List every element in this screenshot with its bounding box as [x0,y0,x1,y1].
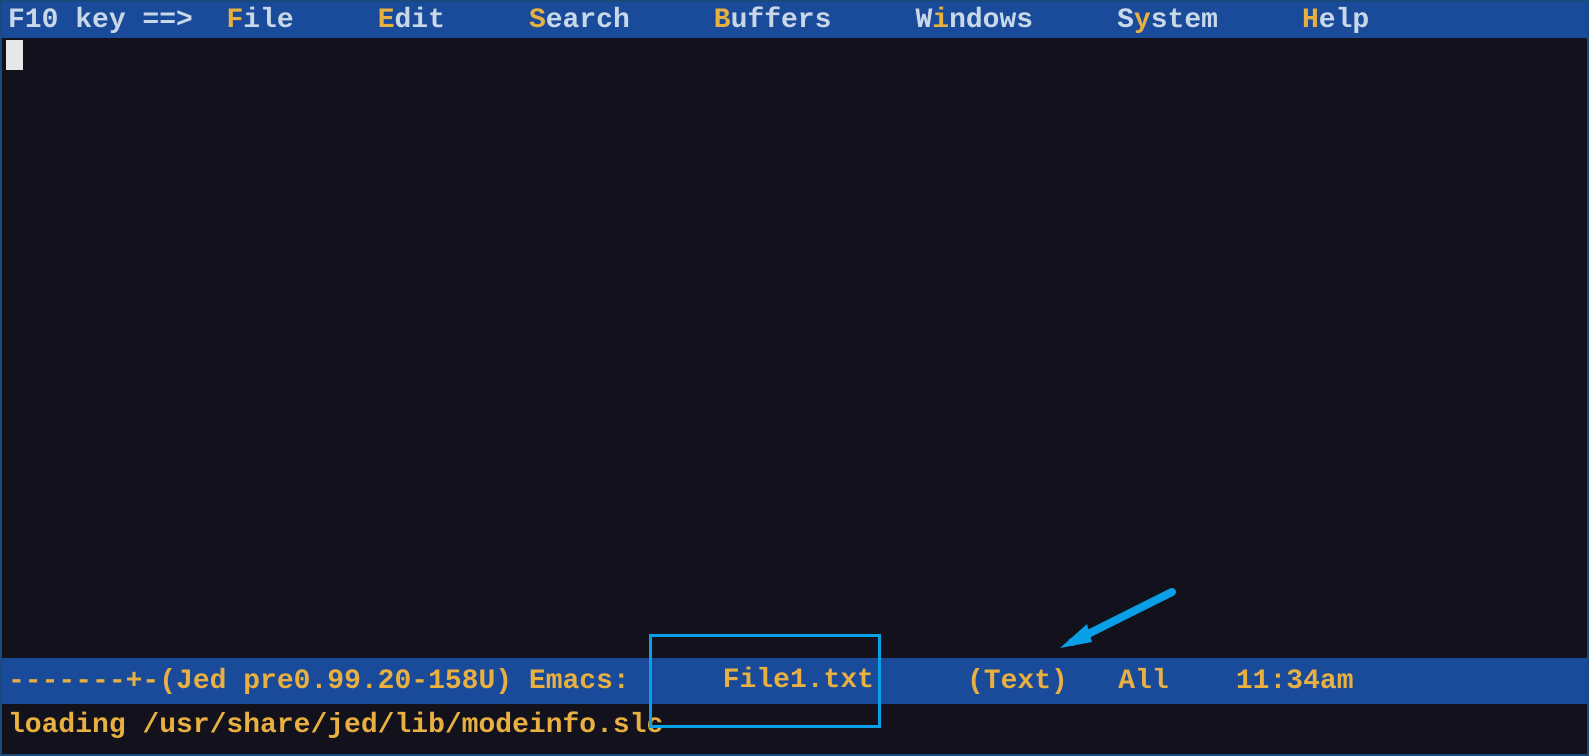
status-buffer-mode: (Text) [967,666,1068,697]
menu-prefix-hint: F10 key ==> [8,5,226,36]
menu-search[interactable]: Search [529,5,630,36]
menu-buffers[interactable]: Buffers [714,5,832,36]
status-position: All [1118,666,1168,697]
menu-windows[interactable]: Windows [915,5,1033,36]
menu-edit[interactable]: Edit [378,5,445,36]
status-filename: File1.txt [723,665,874,696]
minibuffer-message: loading /usr/share/jed/lib/modeinfo.slc [8,710,663,741]
menu-system[interactable]: System [1117,5,1218,36]
status-bar: -------+- (Jed pre0.99.20-158U) Emacs: F… [2,658,1587,704]
status-version: (Jed pre0.99.20-158U) [159,666,512,697]
status-mode-label: Emacs: [512,666,646,697]
status-modified-indicator: -------+- [8,666,159,697]
menu-file[interactable]: File [226,5,293,36]
status-filename-highlighted: File1.txt [649,634,881,728]
menu-help[interactable]: Help [1302,5,1369,36]
editor-text-area[interactable] [2,38,1587,658]
status-time: 11:34am [1236,666,1354,697]
text-cursor [6,40,23,70]
menu-bar: F10 key ==> File Edit Search Buffers Win… [2,2,1587,38]
